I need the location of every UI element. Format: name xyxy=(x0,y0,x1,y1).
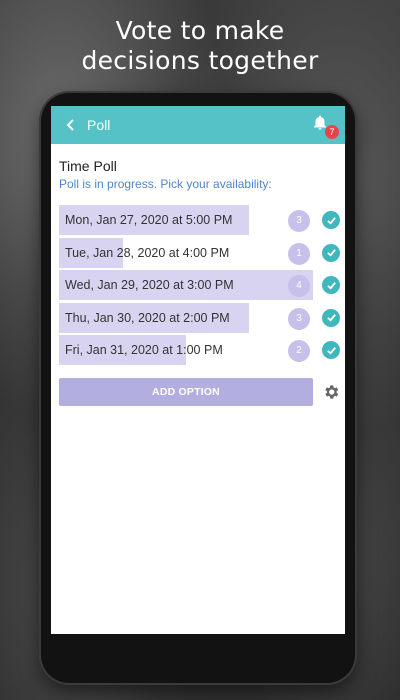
check-icon[interactable] xyxy=(322,341,340,359)
check-icon[interactable] xyxy=(322,308,340,327)
phone-screen: Poll 7 Time Poll Poll is in progress. Pi… xyxy=(51,106,345,634)
notification-badge: 7 xyxy=(325,125,339,139)
poll-option[interactable]: Tue, Jan 28, 2020 at 4:00 PM 1 xyxy=(59,237,340,268)
poll-title: Time Poll xyxy=(59,158,117,174)
option-label: Tue, Jan 28, 2020 at 4:00 PM xyxy=(65,245,230,260)
phone-bezel-bottom xyxy=(41,647,355,683)
option-label: Mon, Jan 27, 2020 at 5:00 PM xyxy=(65,213,233,227)
headline: Vote to make decisions together xyxy=(0,16,400,76)
vote-count: 1 xyxy=(288,242,310,265)
poll-content: Time Poll Poll is in progress. Pick your… xyxy=(51,144,345,406)
phone-frame: Poll 7 Time Poll Poll is in progress. Pi… xyxy=(41,93,355,683)
vote-count: 3 xyxy=(288,210,310,232)
headline-line-2: decisions together xyxy=(81,46,319,75)
check-icon[interactable] xyxy=(322,211,340,229)
option-label: Thu, Jan 30, 2020 at 2:00 PM xyxy=(65,310,230,325)
app-bar: Poll 7 xyxy=(51,106,345,144)
option-label: Fri, Jan 31, 2020 at 1:00 PM xyxy=(65,343,223,357)
poll-option[interactable]: Mon, Jan 27, 2020 at 5:00 PM 3 xyxy=(59,205,340,235)
add-option-button[interactable]: ADD OPTION xyxy=(59,378,313,406)
check-icon[interactable] xyxy=(322,243,340,262)
gear-icon[interactable] xyxy=(322,383,340,401)
poll-option[interactable]: Fri, Jan 31, 2020 at 1:00 PM 2 xyxy=(59,335,340,365)
page-title: Poll xyxy=(87,117,111,133)
vote-count: 4 xyxy=(288,275,310,297)
poll-options: Mon, Jan 27, 2020 at 5:00 PM 3 Tue, Jan … xyxy=(59,205,340,365)
chevron-left-icon[interactable] xyxy=(61,115,81,135)
vote-count: 2 xyxy=(288,340,310,362)
headline-line-1: Vote to make xyxy=(115,16,285,45)
poll-option[interactable]: Wed, Jan 29, 2020 at 3:00 PM 4 xyxy=(59,270,340,300)
check-icon[interactable] xyxy=(322,276,340,294)
poll-option[interactable]: Thu, Jan 30, 2020 at 2:00 PM 3 xyxy=(59,302,340,333)
add-option-row: ADD OPTION xyxy=(59,378,340,406)
option-label: Wed, Jan 29, 2020 at 3:00 PM xyxy=(65,278,234,292)
vote-count: 3 xyxy=(288,307,310,330)
notifications-button[interactable]: 7 xyxy=(311,114,339,139)
poll-status: Poll is in progress. Pick your availabil… xyxy=(59,177,272,191)
